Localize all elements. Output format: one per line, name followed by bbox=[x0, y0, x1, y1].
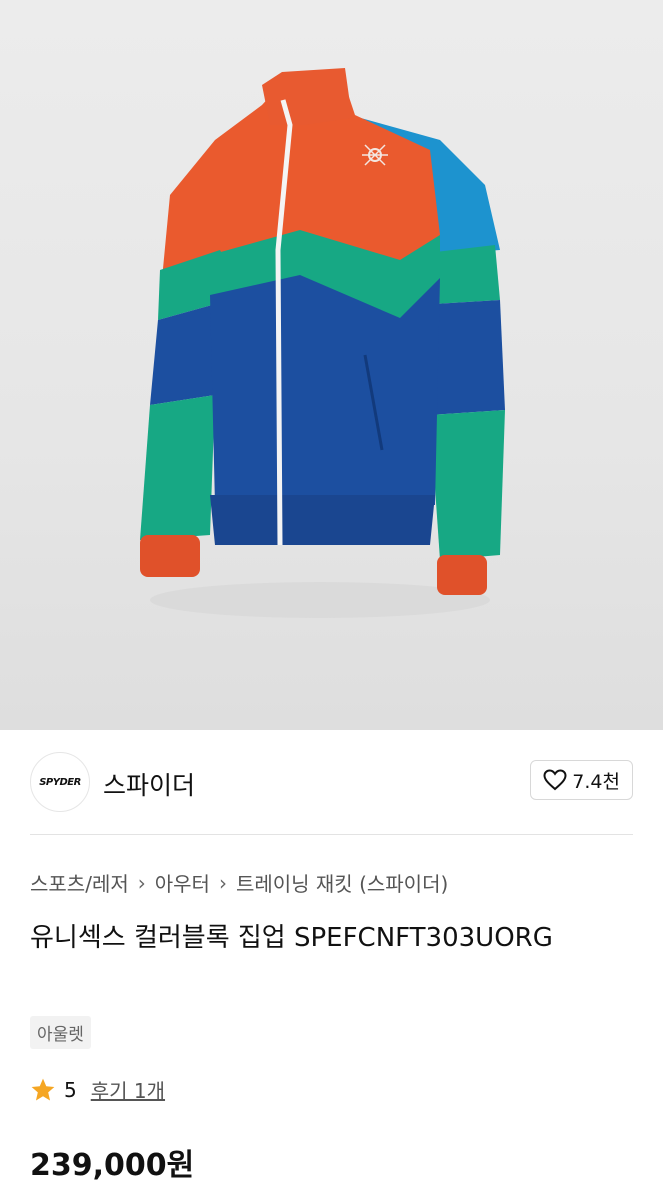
like-count: 7.4천 bbox=[572, 770, 620, 793]
breadcrumb: 스포츠/레저 › 아우터 › 트레이닝 재킷 (스파이더) bbox=[30, 868, 448, 897]
brand-logo-text: SPYDER bbox=[39, 776, 81, 788]
star-icon bbox=[31, 1078, 55, 1101]
jacket-illustration bbox=[140, 68, 505, 618]
breadcrumb-item[interactable]: 트레이닝 재킷 (스파이더) bbox=[236, 868, 448, 897]
breadcrumb-item[interactable]: 아우터 bbox=[155, 868, 210, 897]
breadcrumb-item[interactable]: 스포츠/레저 bbox=[30, 868, 129, 897]
outlet-badge: 아울렛 bbox=[30, 1016, 91, 1049]
product-title: 유니섹스 컬러블록 집업 SPEFCNFT303UORG bbox=[30, 923, 553, 953]
brand-name[interactable]: 스파이더 bbox=[103, 766, 195, 802]
like-button[interactable]: 7.4천 bbox=[530, 760, 633, 800]
review-link[interactable]: 후기 1개 bbox=[91, 1075, 165, 1104]
chevron-right-icon: › bbox=[218, 870, 227, 895]
rating-row: 5 후기 1개 bbox=[30, 1075, 165, 1104]
brand-row: SPYDER 스파이더 7.4천 bbox=[30, 730, 633, 835]
brand-logo[interactable]: SPYDER bbox=[30, 752, 90, 812]
product-image[interactable] bbox=[0, 0, 663, 730]
chevron-right-icon: › bbox=[137, 870, 146, 895]
rating-value: 5 bbox=[64, 1077, 77, 1102]
price: 239,000원 bbox=[30, 1148, 195, 1183]
heart-icon bbox=[543, 769, 567, 791]
